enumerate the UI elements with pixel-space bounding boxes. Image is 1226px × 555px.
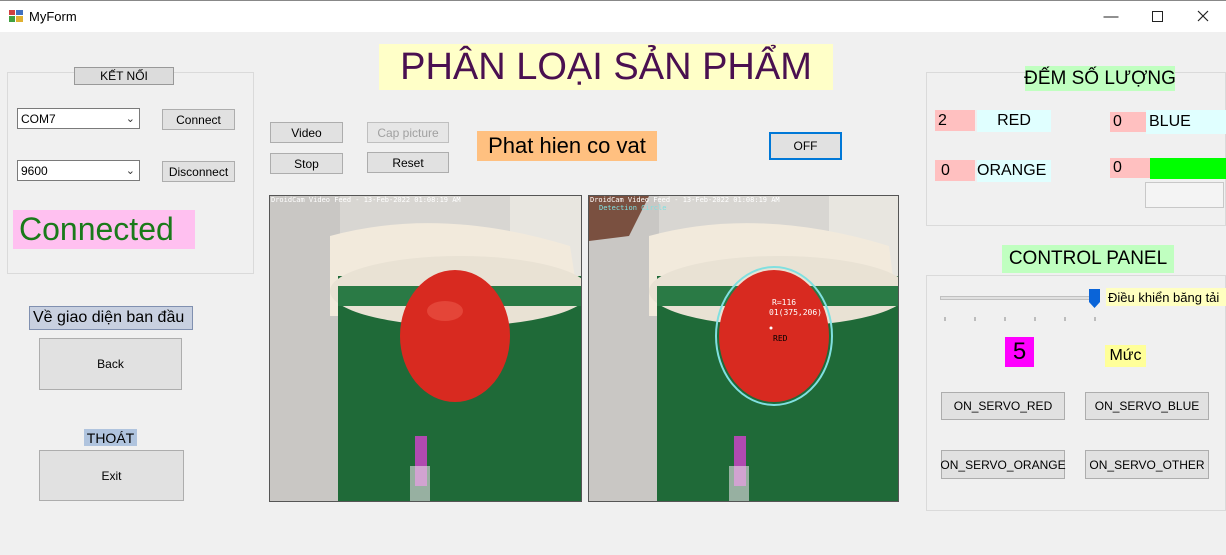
red-count: 2 xyxy=(935,110,975,131)
home-link[interactable]: Về giao diện ban đầu xyxy=(29,306,193,330)
port-select[interactable]: COM7 ⌄ xyxy=(17,108,140,129)
slider-ticks xyxy=(940,310,1100,321)
port-value: COM7 xyxy=(21,111,56,126)
disconnect-button[interactable]: Disconnect xyxy=(162,161,235,182)
connect-button[interactable]: Connect xyxy=(162,109,235,130)
conveyor-slider-track[interactable] xyxy=(940,296,1100,300)
feed-overlay-text: DroidCam Video Feed - 13-Feb-2022 01:08:… xyxy=(271,196,461,204)
level-label: Mức xyxy=(1105,345,1146,367)
back-button[interactable]: Back xyxy=(39,338,182,390)
reset-button[interactable]: Reset xyxy=(367,152,449,173)
detect-status: Phat hien co vat xyxy=(477,131,657,161)
minimize-icon[interactable]: — xyxy=(1088,0,1134,32)
window-title: MyForm xyxy=(29,9,77,24)
conveyor-slider-thumb[interactable] xyxy=(1089,289,1100,308)
toggle-button[interactable]: OFF xyxy=(769,132,842,160)
level-value: 5 xyxy=(1005,337,1034,367)
detection-caption: Detection Circle xyxy=(599,204,667,212)
control-header: CONTROL PANEL xyxy=(1002,245,1174,273)
chevron-down-icon: ⌄ xyxy=(125,113,135,125)
video-button[interactable]: Video xyxy=(270,122,343,143)
feed-overlay-text: DroidCam Video Feed - 13-Feb-2022 01:08:… xyxy=(590,196,780,204)
camera-feed-raw: DroidCam Video Feed - 13-Feb-2022 01:08:… xyxy=(269,195,582,502)
servo-red-button[interactable]: ON_SERVO_RED xyxy=(941,392,1065,420)
other-textbox[interactable] xyxy=(1145,182,1224,208)
stop-button[interactable]: Stop xyxy=(270,153,343,174)
servo-blue-button[interactable]: ON_SERVO_BLUE xyxy=(1085,392,1209,420)
baud-select[interactable]: 9600 ⌄ xyxy=(17,160,140,181)
exit-header: THOÁT xyxy=(84,429,137,446)
baud-value: 9600 xyxy=(21,163,48,178)
red-label: RED xyxy=(977,110,1051,132)
orange-count: 0 xyxy=(935,160,975,181)
radius-readout: R=116 xyxy=(772,298,797,307)
camera-image xyxy=(589,196,898,501)
other-count: 0 xyxy=(1110,158,1150,178)
blue-label: BLUE xyxy=(1146,110,1226,134)
blue-count: 0 xyxy=(1110,112,1146,132)
close-icon[interactable] xyxy=(1180,0,1226,32)
window-titlebar xyxy=(0,0,1226,32)
other-color-swatch xyxy=(1150,158,1226,179)
app-icon xyxy=(9,9,23,22)
orange-label: ORANGE xyxy=(977,160,1051,182)
counter-header: ĐẾM SỐ LƯỢNG xyxy=(1024,66,1176,91)
servo-orange-button[interactable]: ON_SERVO_ORANGE xyxy=(940,450,1066,479)
cap-picture-button[interactable]: Cap picture xyxy=(367,122,449,143)
slider-caption: Điều khiển băng tải xyxy=(1106,288,1226,306)
exit-button[interactable]: Exit xyxy=(39,450,184,501)
detected-color: RED xyxy=(773,334,788,343)
maximize-icon[interactable] xyxy=(1134,0,1180,32)
page-title: PHÂN LOẠI SẢN PHẨM xyxy=(379,44,833,90)
servo-other-button[interactable]: ON_SERVO_OTHER xyxy=(1085,450,1209,479)
camera-image xyxy=(270,196,581,501)
center-readout: 01(375,206) xyxy=(769,308,822,317)
connection-header: KẾT NỐI xyxy=(74,67,174,85)
connection-status: Connected xyxy=(13,210,195,249)
camera-feed-processed: DroidCam Video Feed - 13-Feb-2022 01:08:… xyxy=(588,195,899,502)
chevron-down-icon: ⌄ xyxy=(125,165,135,177)
